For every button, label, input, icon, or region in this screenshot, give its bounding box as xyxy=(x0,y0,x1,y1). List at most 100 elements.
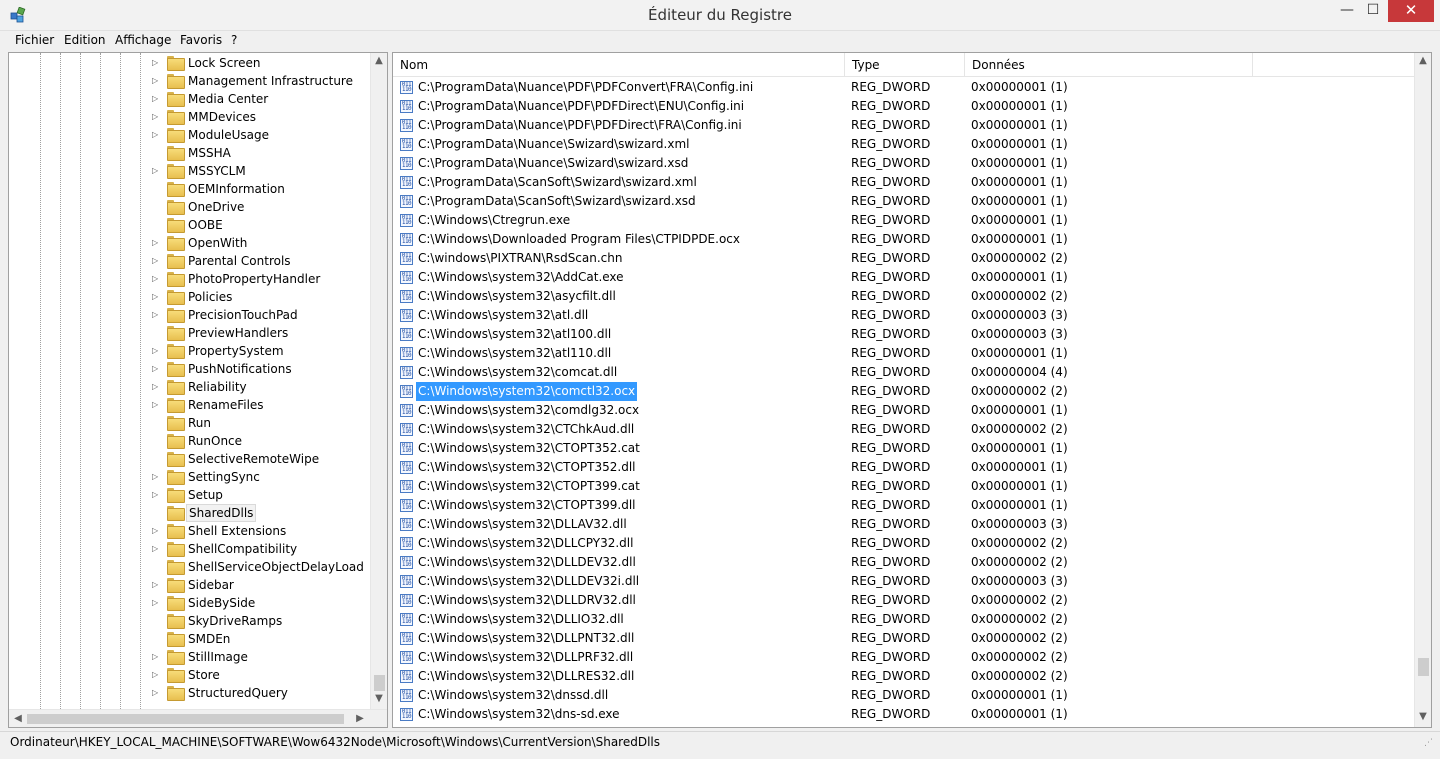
list-row[interactable]: 011 110 C:\Windows\system32\DLLDRV32.dll R… xyxy=(393,591,1415,610)
tree-item[interactable]: ▷ SettingSync xyxy=(9,468,371,486)
list-row[interactable]: 011 110 C:\Windows\Downloaded Program Fil… xyxy=(393,230,1415,249)
minimize-button[interactable]: — xyxy=(1334,0,1360,22)
tree-horizontal-scrollbar[interactable]: ◀ ▶ xyxy=(9,709,387,727)
scroll-thumb[interactable] xyxy=(374,675,385,691)
menu-favoris[interactable]: Favoris xyxy=(180,33,222,47)
menu-affichage[interactable]: Affichage xyxy=(115,33,171,47)
list-row[interactable]: 011 110 C:\Windows\system32\atl110.dll REG… xyxy=(393,344,1415,363)
tree-item[interactable]: ▷ PrecisionTouchPad xyxy=(9,306,371,324)
expand-arrow-icon[interactable]: ▷ xyxy=(152,73,162,89)
column-header-data[interactable]: Données xyxy=(965,53,1253,77)
menu-edition[interactable]: Edition xyxy=(64,33,106,47)
list-row[interactable]: 011 110 C:\ProgramData\Nuance\PDF\PDFDire… xyxy=(393,116,1415,135)
tree-item[interactable]: OOBE xyxy=(9,216,371,234)
tree-item[interactable]: ▷ RenameFiles xyxy=(9,396,371,414)
tree-item[interactable]: ▷ ShellCompatibility xyxy=(9,540,371,558)
tree-item[interactable]: ▷ Setup xyxy=(9,486,371,504)
list-row[interactable]: 011 110 C:\Windows\system32\DLLIO32.dll RE… xyxy=(393,610,1415,629)
expand-arrow-icon[interactable]: ▷ xyxy=(152,667,162,683)
tree-item[interactable]: ▷ OpenWith xyxy=(9,234,371,252)
scroll-down-arrow-icon[interactable]: ▼ xyxy=(371,693,387,704)
expand-arrow-icon[interactable]: ▷ xyxy=(152,577,162,593)
list-row[interactable]: 011 110 C:\Windows\system32\DLLPNT32.dll R… xyxy=(393,629,1415,648)
list-row[interactable]: 011 110 C:\Windows\system32\CTChkAud.dll R… xyxy=(393,420,1415,439)
tree-item[interactable]: ▷ Policies xyxy=(9,288,371,306)
expand-arrow-icon[interactable]: ▷ xyxy=(152,55,162,71)
tree-item[interactable]: SkyDriveRamps xyxy=(9,612,371,630)
tree-item[interactable]: ▷ StillImage xyxy=(9,648,371,666)
scroll-right-arrow-icon[interactable]: ▶ xyxy=(352,713,368,724)
tree-item[interactable]: ▷ Shell Extensions xyxy=(9,522,371,540)
expand-arrow-icon[interactable]: ▷ xyxy=(152,343,162,359)
expand-arrow-icon[interactable]: ▷ xyxy=(152,235,162,251)
list-row[interactable]: 011 110 C:\Windows\system32\comdlg32.ocx R… xyxy=(393,401,1415,420)
list-row[interactable]: 011 110 C:\Windows\system32\DLLDEV32i.dll… xyxy=(393,572,1415,591)
expand-arrow-icon[interactable]: ▷ xyxy=(152,271,162,287)
list-row[interactable]: 011 110 C:\ProgramData\Nuance\PDF\PDFDire… xyxy=(393,97,1415,116)
list-row[interactable]: 011 110 C:\Windows\system32\comctl32.ocx R… xyxy=(393,382,1415,401)
tree-item[interactable]: PreviewHandlers xyxy=(9,324,371,342)
list-row[interactable]: 011 110 C:\ProgramData\Nuance\PDF\PDFConv… xyxy=(393,78,1415,97)
maximize-button[interactable]: ☐ xyxy=(1360,0,1386,22)
tree-item[interactable]: MSSHA xyxy=(9,144,371,162)
list-row[interactable]: 011 110 C:\Windows\Ctregrun.exe REG_DWORD 0… xyxy=(393,211,1415,230)
list-row[interactable]: 011 110 C:\Windows\system32\DLLRES32.dll R… xyxy=(393,667,1415,686)
list-row[interactable]: 011 110 C:\Windows\system32\AddCat.exe REG… xyxy=(393,268,1415,287)
tree-item[interactable]: OneDrive xyxy=(9,198,371,216)
list-row[interactable]: 011 110 C:\Windows\system32\dns-sd.exe REG… xyxy=(393,705,1415,724)
tree-item[interactable]: ▷ ModuleUsage xyxy=(9,126,371,144)
tree-item[interactable]: ▷ Reliability xyxy=(9,378,371,396)
expand-arrow-icon[interactable]: ▷ xyxy=(152,469,162,485)
scroll-thumb[interactable] xyxy=(1418,658,1429,676)
list-row[interactable]: 011 110 C:\Windows\system32\dnssd.dll REG_… xyxy=(393,686,1415,705)
list-vertical-scrollbar[interactable]: ▲ ▼ xyxy=(1414,53,1431,727)
list-row[interactable]: 011 110 C:\Windows\system32\CTOPT352.cat R… xyxy=(393,439,1415,458)
key-tree[interactable]: ▷ Lock Screen ▷ Management Infrastructure ▷ M… xyxy=(8,52,388,728)
expand-arrow-icon[interactable]: ▷ xyxy=(152,163,162,179)
list-row[interactable]: 011 110 C:\ProgramData\Nuance\Swizard\swi… xyxy=(393,135,1415,154)
list-row[interactable]: 011 110 C:\ProgramData\ScanSoft\Swizard\s… xyxy=(393,173,1415,192)
tree-item[interactable]: ShellServiceObjectDelayLoad xyxy=(9,558,371,576)
list-row[interactable]: 011 110 C:\Windows\system32\atl.dll REG_DW… xyxy=(393,306,1415,325)
tree-item[interactable]: ▷ MSSYCLM xyxy=(9,162,371,180)
expand-arrow-icon[interactable]: ▷ xyxy=(152,361,162,377)
list-row[interactable]: 011 110 C:\Windows\system32\DLLDEV32.dll R… xyxy=(393,553,1415,572)
expand-arrow-icon[interactable]: ▷ xyxy=(152,127,162,143)
list-row[interactable]: 011 110 C:\Windows\system32\CTOPT352.dll R… xyxy=(393,458,1415,477)
expand-arrow-icon[interactable]: ▷ xyxy=(152,487,162,503)
menu-help[interactable]: ? xyxy=(231,33,237,47)
tree-item[interactable]: RunOnce xyxy=(9,432,371,450)
tree-item[interactable]: ▷ Store xyxy=(9,666,371,684)
list-row[interactable]: 011 110 C:\Windows\system32\CTOPT399.dll R… xyxy=(393,496,1415,515)
tree-item[interactable]: ▷ Sidebar xyxy=(9,576,371,594)
expand-arrow-icon[interactable]: ▷ xyxy=(152,649,162,665)
expand-arrow-icon[interactable]: ▷ xyxy=(152,253,162,269)
scroll-thumb[interactable] xyxy=(27,714,344,724)
expand-arrow-icon[interactable]: ▷ xyxy=(152,379,162,395)
scroll-left-arrow-icon[interactable]: ◀ xyxy=(10,713,26,724)
expand-arrow-icon[interactable]: ▷ xyxy=(152,397,162,413)
list-row[interactable]: 011 110 C:\Windows\system32\DLLPRF32.dll R… xyxy=(393,648,1415,667)
list-row[interactable]: 011 110 C:\ProgramData\ScanSoft\Swizard\s… xyxy=(393,192,1415,211)
list-row[interactable]: 011 110 C:\Windows\system32\asycfilt.dll R… xyxy=(393,287,1415,306)
tree-item[interactable]: SMDEn xyxy=(9,630,371,648)
close-button[interactable]: ✕ xyxy=(1388,0,1434,22)
tree-item[interactable]: ▷ Management Infrastructure xyxy=(9,72,371,90)
list-row[interactable]: 011 110 C:\Windows\system32\atl100.dll REG… xyxy=(393,325,1415,344)
expand-arrow-icon[interactable]: ▷ xyxy=(152,685,162,701)
column-header-name[interactable]: Nom xyxy=(393,53,845,77)
tree-item[interactable]: ▷ PhotoPropertyHandler xyxy=(9,270,371,288)
tree-item[interactable]: SharedDlls xyxy=(9,504,371,522)
expand-arrow-icon[interactable]: ▷ xyxy=(152,91,162,107)
tree-item[interactable]: ▷ StructuredQuery xyxy=(9,684,371,702)
list-row[interactable]: 011 110 C:\windows\PIXTRAN\RsdScan.chn REG… xyxy=(393,249,1415,268)
scroll-up-arrow-icon[interactable]: ▲ xyxy=(1415,55,1431,66)
menu-fichier[interactable]: Fichier xyxy=(15,33,54,47)
expand-arrow-icon[interactable]: ▷ xyxy=(152,523,162,539)
resize-grip-icon[interactable]: ⋰ xyxy=(1424,738,1436,750)
expand-arrow-icon[interactable]: ▷ xyxy=(152,289,162,305)
list-row[interactable]: 011 110 C:\ProgramData\Nuance\Swizard\swi… xyxy=(393,154,1415,173)
tree-item[interactable]: SelectiveRemoteWipe xyxy=(9,450,371,468)
expand-arrow-icon[interactable]: ▷ xyxy=(152,595,162,611)
list-row[interactable]: 011 110 C:\Windows\system32\CTOPT399.cat R… xyxy=(393,477,1415,496)
